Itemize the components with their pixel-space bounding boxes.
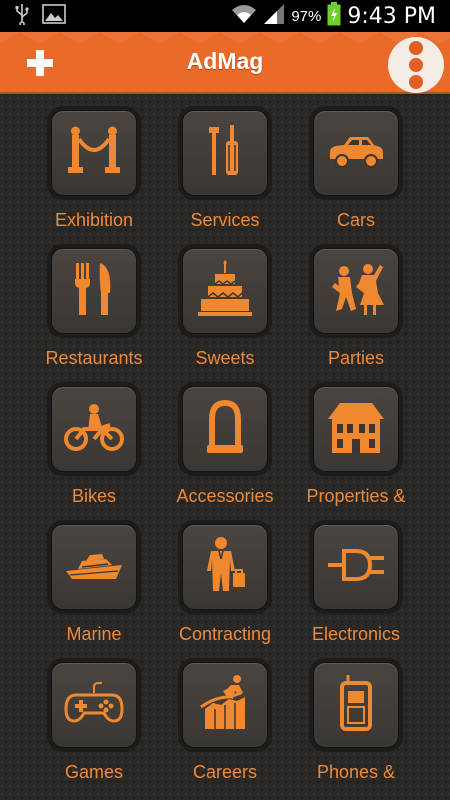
category-marine[interactable]: Marine xyxy=(29,524,159,645)
exhibition-icon xyxy=(64,121,124,186)
tile-box xyxy=(313,386,399,472)
clock: 9:43 PM xyxy=(347,3,436,29)
category-label: Marine xyxy=(66,624,122,644)
category-bikes[interactable]: Bikes xyxy=(29,386,159,507)
category-label: Restaurants xyxy=(45,348,143,368)
category-label: Properties & xyxy=(306,486,406,506)
category-accessories[interactable]: Accessories xyxy=(160,386,290,507)
gamepad-icon xyxy=(64,673,124,738)
category-label: Electronics xyxy=(311,624,401,644)
category-careers[interactable]: Careers xyxy=(160,662,290,783)
tile-box xyxy=(313,248,399,334)
tile-box xyxy=(182,662,268,748)
lock-icon xyxy=(195,397,255,462)
category-restaurants[interactable]: Restaurants xyxy=(29,248,159,369)
usb-icon xyxy=(14,3,30,30)
category-phones[interactable]: Phones & xyxy=(291,662,421,783)
category-label: Cars xyxy=(336,210,375,230)
app-title: AdMag xyxy=(186,48,264,74)
motorbike-icon xyxy=(64,397,124,462)
tools-icon xyxy=(195,121,255,186)
battery-icon xyxy=(327,1,341,31)
category-parties[interactable]: Parties xyxy=(291,248,421,369)
tile-box xyxy=(313,524,399,610)
category-label: Careers xyxy=(192,762,258,782)
image-icon xyxy=(42,3,66,29)
tile-box xyxy=(51,524,137,610)
menu-dot xyxy=(409,58,423,72)
category-contracting[interactable]: Contracting xyxy=(160,524,290,645)
category-sweets[interactable]: Sweets xyxy=(160,248,290,369)
category-label: Sweets xyxy=(195,348,255,368)
yacht-icon xyxy=(64,535,124,600)
category-cars[interactable]: Cars xyxy=(291,110,421,231)
worker-icon xyxy=(195,535,255,600)
fork-knife-icon xyxy=(64,259,124,324)
tile-box xyxy=(51,386,137,472)
dancing-icon xyxy=(326,259,386,324)
category-label: Exhibition xyxy=(54,210,134,230)
tile-box xyxy=(51,662,137,748)
category-label: Accessories xyxy=(176,486,274,506)
category-label: Phones & xyxy=(316,762,396,782)
signal-icon xyxy=(263,3,285,30)
category-label: Contracting xyxy=(178,624,272,644)
phone-icon xyxy=(326,673,386,738)
building-icon xyxy=(326,397,386,462)
category-properties[interactable]: Properties & xyxy=(291,386,421,507)
category-label: Games xyxy=(64,762,124,782)
status-bar: 97% 9:43 PM xyxy=(0,0,450,32)
category-exhibition[interactable]: Exhibition xyxy=(29,110,159,231)
plug-icon xyxy=(326,535,386,600)
app-bar: AdMag xyxy=(0,32,450,94)
tile-box xyxy=(182,110,268,196)
category-label: Services xyxy=(190,210,260,230)
tile-box xyxy=(182,386,268,472)
category-games[interactable]: Games xyxy=(29,662,159,783)
category-label: Parties xyxy=(327,348,385,368)
tile-box xyxy=(182,524,268,610)
tile-box xyxy=(313,110,399,196)
battery-percent: 97% xyxy=(291,7,322,25)
tile-box xyxy=(313,662,399,748)
category-electronics[interactable]: Electronics xyxy=(291,524,421,645)
cake-icon xyxy=(195,259,255,324)
tile-box xyxy=(182,248,268,334)
tile-box xyxy=(51,248,137,334)
overflow-menu-icon xyxy=(409,41,423,55)
menu-dot xyxy=(409,75,423,89)
category-label: Bikes xyxy=(71,486,116,506)
category-services[interactable]: Services xyxy=(160,110,290,231)
tile-box xyxy=(51,110,137,196)
wifi-icon xyxy=(231,3,257,30)
overflow-menu-button[interactable] xyxy=(388,37,444,93)
career-growth-icon xyxy=(195,673,255,738)
category-grid: Exhibition Services Cars Restaurants Swe… xyxy=(0,94,450,800)
car-icon xyxy=(326,121,386,186)
